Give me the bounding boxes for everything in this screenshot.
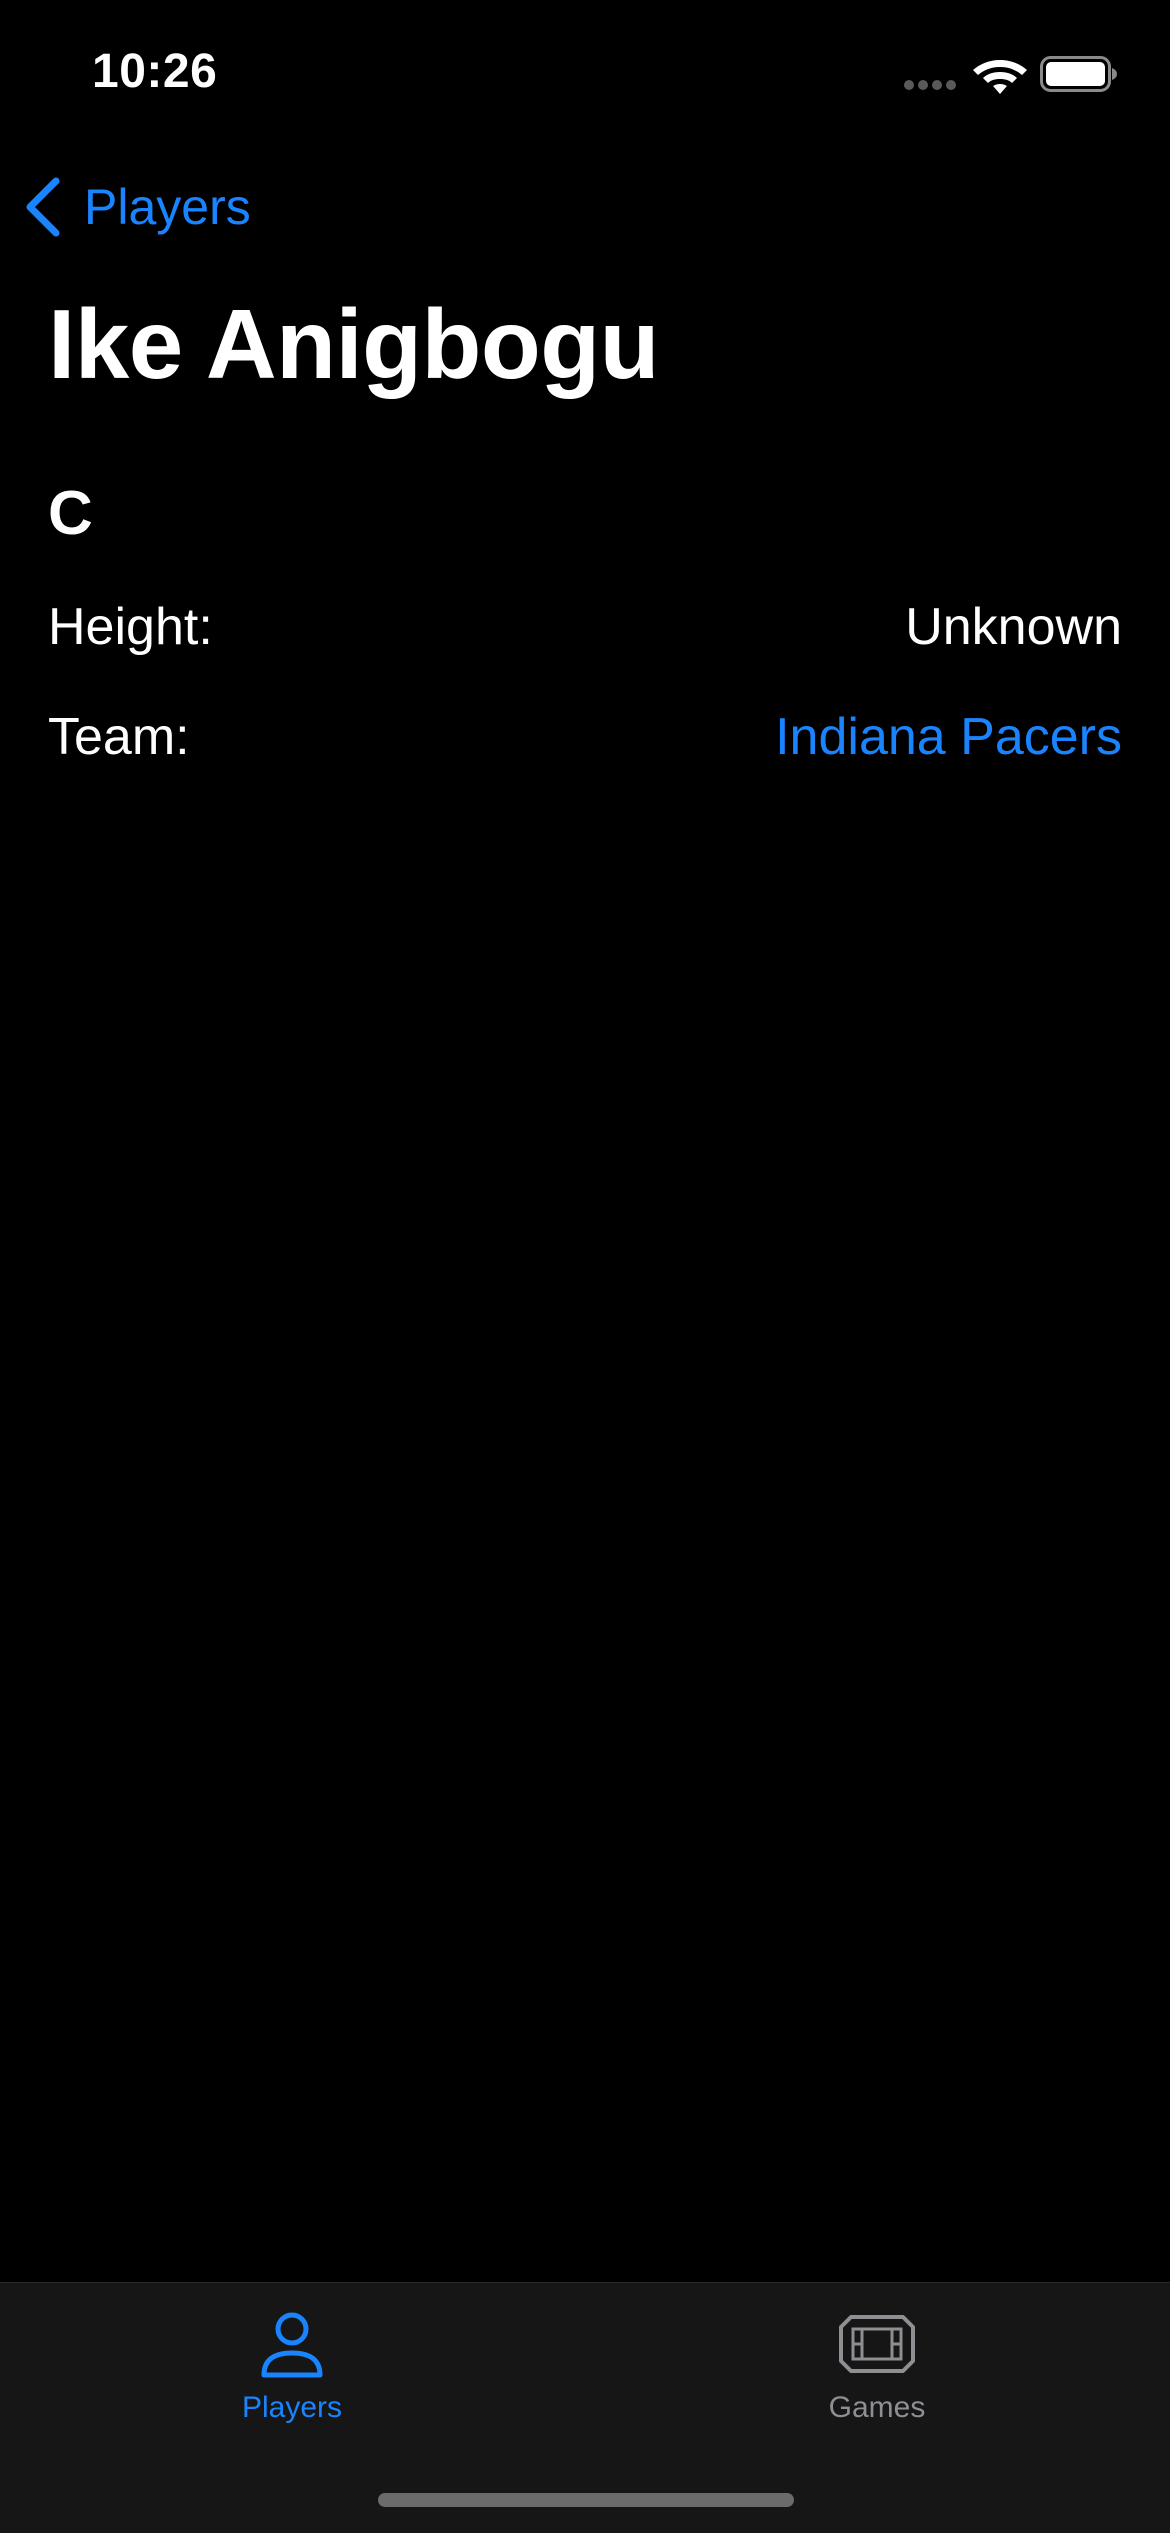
tab-players[interactable]: Players [142,2309,442,2439]
height-label: Height: [48,598,213,656]
back-button-label: Players [84,179,251,235]
page-title: Ike Anigbogu [48,289,660,399]
team-link[interactable]: Indiana Pacers [775,707,1122,767]
status-bar: 10:26 [0,0,1170,140]
cellular-signal-icon [904,80,960,92]
battery-icon [1040,56,1117,92]
wifi-icon [973,60,1027,94]
height-value: Unknown [905,598,1122,656]
back-button[interactable]: Players [22,172,251,242]
tab-players-label: Players [241,2391,343,2424]
chevron-left-icon [26,177,60,237]
person-icon [261,2312,323,2378]
tab-bar: Players Games [0,2282,1170,2533]
tab-games-label: Games [828,2391,926,2424]
height-row: Height: Unknown [48,592,1122,662]
status-time: 10:26 [92,45,218,98]
tab-games[interactable]: Games [727,2309,1027,2439]
player-position: C [48,479,93,548]
team-row: Team: Indiana Pacers [48,702,1122,772]
stadium-icon [839,2315,915,2373]
team-label: Team: [48,708,190,766]
home-indicator [378,2493,794,2507]
